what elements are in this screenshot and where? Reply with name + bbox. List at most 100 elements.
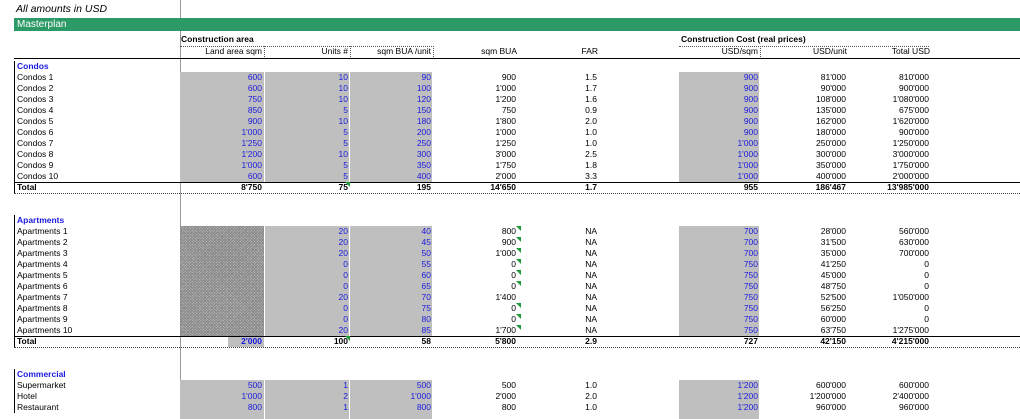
comment-marker [345,336,350,341]
row-label: Restaurant [17,402,59,412]
data-cell [181,237,262,248]
data-cell: 810'000 [899,72,929,82]
row-label: Condos 6 [17,127,54,137]
data-cell: 108'000 [816,94,846,104]
data-cell: 150 [416,105,431,115]
row-label: Condos 10 [17,171,59,181]
data-cell: 400'000 [816,171,846,181]
data-cell: 1'750'000 [892,160,929,170]
data-cell: 0 [343,314,348,324]
data-cell: 162'000 [816,116,846,126]
data-cell: NA [585,248,597,258]
data-cell: 1'250 [495,138,516,148]
data-cell: 2 [343,391,348,401]
data-cell: 50 [421,248,431,258]
data-cell: 1.7 [585,83,597,93]
data-cell [181,259,262,270]
data-cell: 90'000 [820,83,846,93]
data-cell: 1.5 [585,72,597,82]
row-label: Condos 9 [17,160,54,170]
data-cell: 1'000 [737,171,758,181]
data-cell: 630'000 [899,237,929,247]
data-cell: 750 [743,325,758,335]
data-cell: 20 [338,248,348,258]
data-cell: 81'000 [820,72,846,82]
data-cell: 1.8 [585,160,597,170]
data-cell: 3'000'000 [892,149,929,159]
data-cell: 900 [743,72,758,82]
data-cell: 56'250 [820,303,846,313]
data-cell: 700 [743,237,758,247]
data-cell: 250'000 [816,138,846,148]
data-cell: 90 [421,72,431,82]
row-label: Apartments 6 [17,281,68,291]
data-cell: NA [585,259,597,269]
data-cell: 55 [421,259,431,269]
data-cell [181,226,262,237]
data-cell: 0 [511,259,516,269]
data-cell: 0 [343,303,348,313]
table-row: Condos 9 1'000 5 350 1'750 1.8 1'000 350'000 1'7… [14,160,1020,171]
data-cell: 1'000 [241,160,262,170]
data-cell: 750 [743,259,758,269]
data-cell: 65 [421,281,431,291]
data-cell: 31'500 [820,237,846,247]
data-cell: 0.9 [585,105,597,115]
data-cell: 500 [501,380,516,390]
data-cell: 750 [743,281,758,291]
data-cell: 180 [416,116,431,126]
data-cell: 700 [743,226,758,236]
data-cell: NA [585,325,597,335]
data-cell [181,325,262,336]
data-cell: 600 [247,83,262,93]
data-cell: 60'000 [820,314,846,324]
data-cell: 2.0 [585,391,597,401]
data-cell: 2'000'000 [892,171,929,181]
data-cell: NA [585,292,597,302]
data-cell: 2.0 [585,116,597,126]
data-cell: 500 [416,380,431,390]
data-cell: 500 [247,380,262,390]
data-cell: 1'200 [737,402,758,412]
data-cell: NA [585,314,597,324]
data-cell: 0 [924,281,929,291]
data-cell: 1'000 [495,127,516,137]
total-cell: 955 [743,182,758,192]
data-cell: 52'500 [820,292,846,302]
data-cell: 700'000 [899,248,929,258]
data-cell: 200 [416,127,431,137]
data-cell: 1.0 [585,138,597,148]
comment-marker [516,325,521,330]
row-label: Condos 8 [17,149,54,159]
section-end-rule [14,347,1020,348]
table-row: Hotel 1'000 2 1'000 2'000 2.0 1'200 1'200'000 2'… [14,391,1020,402]
row-label: Apartments 5 [17,270,68,280]
data-cell: 20 [338,226,348,236]
total-cell: 100 [333,336,348,346]
comment-marker [516,270,521,275]
data-cell: 3'000 [495,149,516,159]
data-cell: 0 [511,303,516,313]
data-cell: NA [585,270,597,280]
data-cell: 1'800 [495,116,516,126]
total-row: Total 2'000 100 58 5'800 2.9 727 42'150 4'215'00… [14,336,1020,347]
data-cell: 560'000 [899,226,929,236]
data-cell: 60 [421,270,431,280]
data-cell [181,314,262,325]
data-cell: 5 [343,138,348,148]
data-cell: 1'200 [737,391,758,401]
data-cell: 0 [343,281,348,291]
data-cell: 900'000 [899,83,929,93]
row-label: Condos 4 [17,105,54,115]
data-cell: 1'200 [495,94,516,104]
section-end-rule [14,193,1020,194]
data-cell: 5 [343,105,348,115]
table-row: Condos 8 1'200 10 300 3'000 2.5 1'000 300'000 3'… [14,149,1020,160]
table-row: Condos 10 600 5 400 2'000 3.3 1'000 400'000 2'00… [14,171,1020,182]
data-cell: 2.5 [585,149,597,159]
data-cell: 750 [501,105,516,115]
data-cell: 70 [421,292,431,302]
table-row: Condos 5 900 10 180 1'800 2.0 900 162'000 1'620'… [14,116,1020,127]
total-cell: 75 [338,182,348,192]
data-cell: 35'000 [820,248,846,258]
